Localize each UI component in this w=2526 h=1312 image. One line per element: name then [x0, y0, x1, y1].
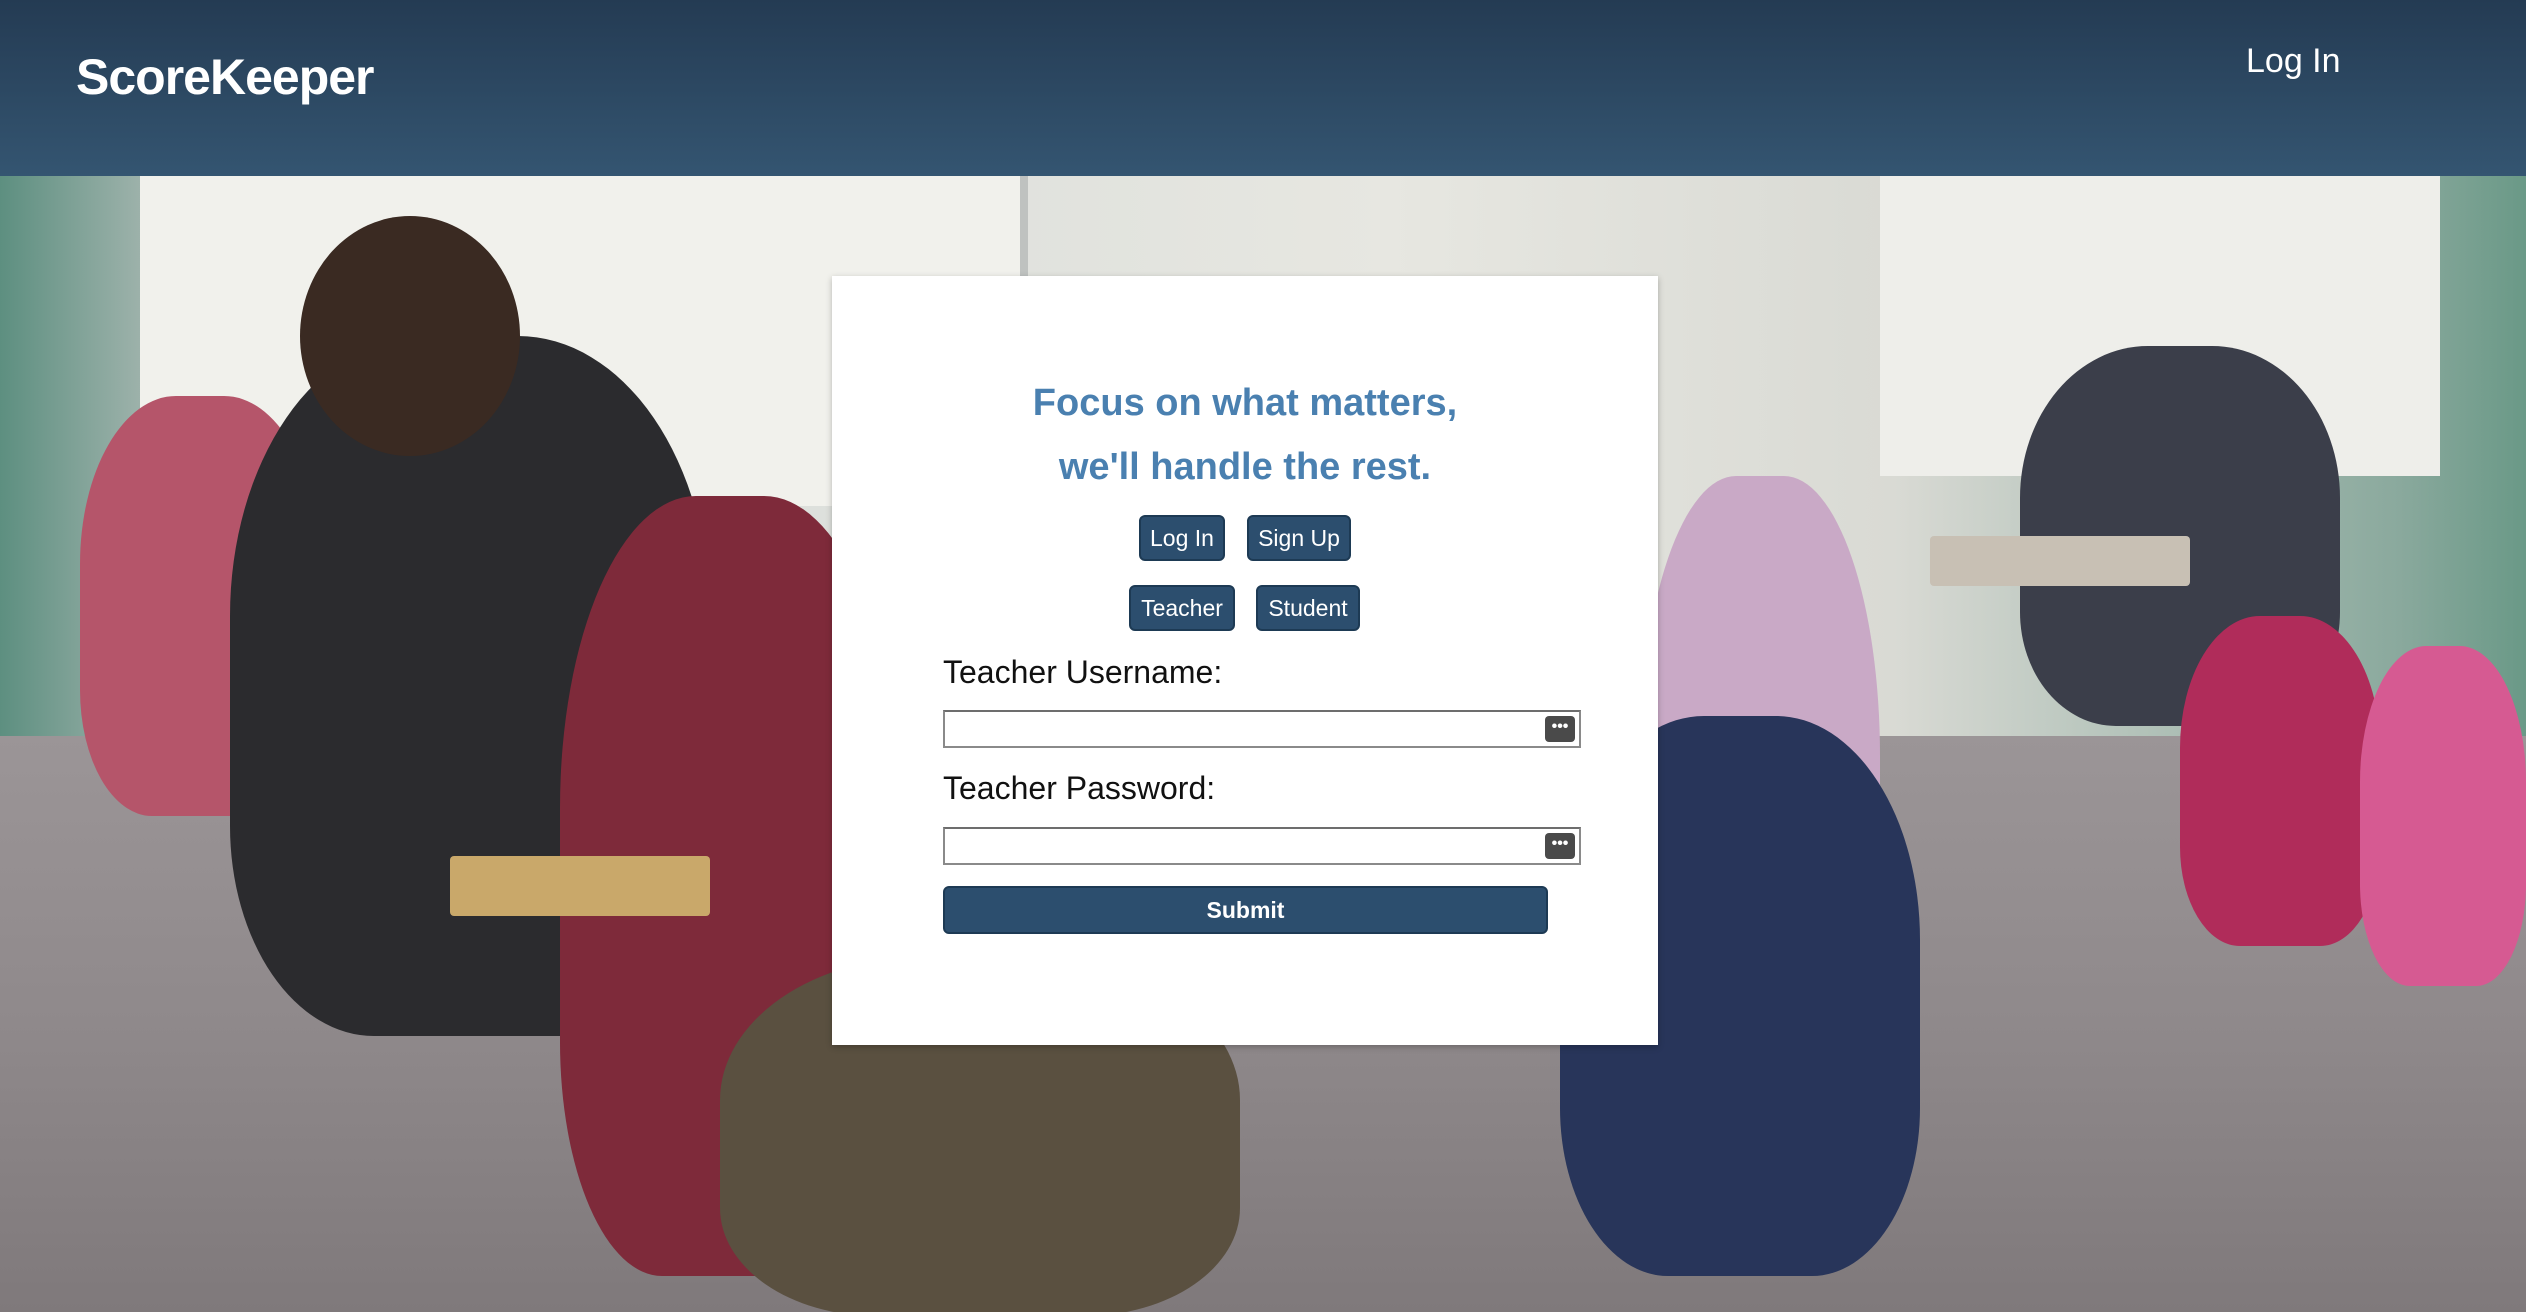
- username-field-wrapper: •••: [943, 710, 1581, 748]
- password-label: Teacher Password:: [943, 770, 1216, 806]
- tagline-line-1: Focus on what matters,: [1032, 382, 1458, 424]
- brand-logo[interactable]: ScoreKeeper: [76, 48, 374, 106]
- username-label: Teacher Username:: [943, 654, 1223, 690]
- key-icon[interactable]: •••: [1545, 833, 1575, 859]
- username-input[interactable]: [945, 712, 1541, 746]
- teacher-role-button[interactable]: Teacher: [1129, 585, 1235, 631]
- page: ScoreKeeper Log In Focus on what matters…: [0, 0, 2526, 1312]
- student-role-button[interactable]: Student: [1256, 585, 1360, 631]
- backpack: [2360, 646, 2526, 986]
- password-field-wrapper: •••: [943, 827, 1581, 865]
- desk: [1930, 536, 2190, 586]
- tagline-line-2: we'll handle the rest.: [1058, 446, 1432, 488]
- login-tab-button[interactable]: Log In: [1139, 515, 1225, 561]
- submit-button[interactable]: Submit: [943, 886, 1548, 934]
- signup-tab-button[interactable]: Sign Up: [1247, 515, 1351, 561]
- login-card: Focus on what matters, we'll handle the …: [832, 276, 1658, 1045]
- navbar: ScoreKeeper Log In: [0, 0, 2526, 176]
- password-input[interactable]: [945, 829, 1541, 863]
- nav-login-link[interactable]: Log In: [2246, 42, 2341, 81]
- desk: [450, 856, 710, 916]
- key-icon[interactable]: •••: [1545, 716, 1575, 742]
- student-figure: [300, 216, 520, 456]
- backpack: [2180, 616, 2380, 946]
